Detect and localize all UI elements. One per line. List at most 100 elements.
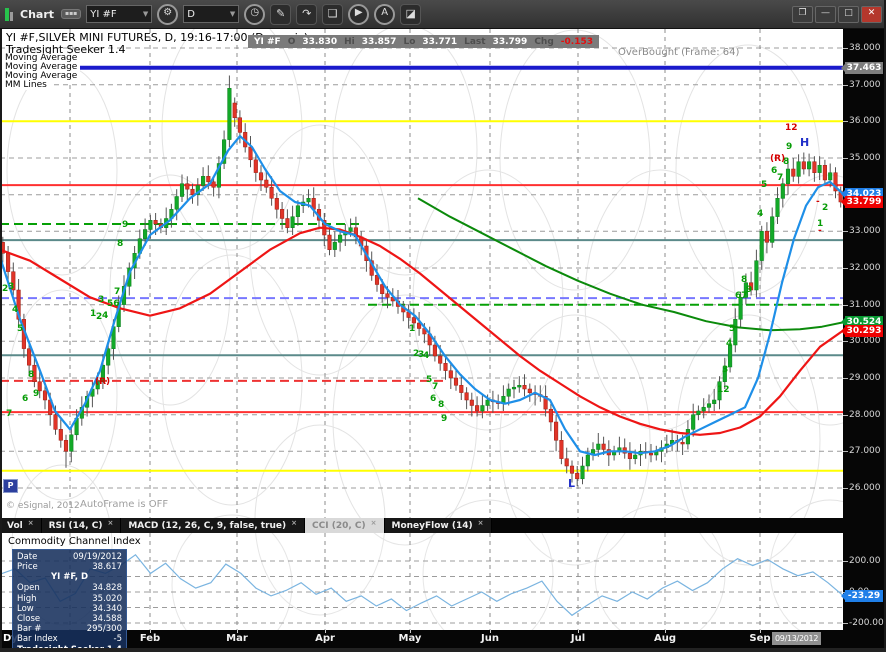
- price-badge: 33.799: [841, 196, 883, 209]
- play-icon[interactable]: ▶: [348, 3, 370, 25]
- candle: [443, 363, 448, 371]
- candle: [201, 176, 206, 186]
- data-box: Date 09/19/2012 Price 38.617 YI #F, D Open 34.…: [12, 549, 127, 652]
- wave-mark: 8: [438, 400, 444, 410]
- cycle-ellipse: [332, 294, 478, 518]
- tab-label: Vol: [7, 520, 23, 531]
- candle: [232, 102, 237, 118]
- title-bar: Chart ▪▪▪ YI #F ▼ ⚙ D ▼ ◷ ✎ ↷ ❑ ▶ A ◪ ❐ …: [0, 0, 886, 29]
- time-axis[interactable]: Dy Feb Mar Apr May Jun Jul Aug Sep 09/13/2012: [0, 630, 884, 648]
- annotation-icon[interactable]: ❑: [322, 3, 344, 25]
- window-title: Chart: [20, 7, 55, 21]
- data-box-row: Date 09/19/2012: [17, 552, 122, 562]
- candle: [295, 205, 300, 217]
- wave-mark: 3: [722, 365, 728, 375]
- tab-vol[interactable]: Vol ×: [0, 518, 42, 533]
- wave-mark: 7: [432, 382, 438, 392]
- interval-select[interactable]: D ▼: [183, 5, 240, 23]
- reload-icon[interactable]: ↷: [296, 3, 318, 25]
- auto-icon[interactable]: A: [374, 3, 396, 25]
- candle: [148, 220, 153, 230]
- symbol-settings-icon[interactable]: ⚙: [157, 3, 179, 25]
- candle: [469, 399, 474, 406]
- restore-window-button[interactable]: ❐: [792, 5, 813, 23]
- open-label: O: [287, 36, 296, 47]
- last-label: Last: [464, 36, 486, 47]
- candle: [775, 198, 780, 217]
- symbol-select[interactable]: YI #F ▼: [86, 5, 153, 23]
- wave-mark: 5: [761, 180, 767, 190]
- tab-cci[interactable]: CCI (20, C) ×: [305, 518, 385, 533]
- tab-macd[interactable]: MACD (12, 26, C, 9, false, true) ×: [121, 518, 306, 533]
- price-tick-label: 26.000: [843, 483, 881, 493]
- time-interval-icon[interactable]: ◷: [244, 3, 266, 25]
- close-tab-icon[interactable]: ×: [107, 519, 113, 527]
- close-button[interactable]: ✕: [861, 5, 882, 23]
- data-box-row: Price 38.617: [17, 562, 122, 573]
- quote-symbol: YI #F: [254, 36, 281, 47]
- wave-mark: (R): [770, 154, 785, 164]
- month-label: Mar: [226, 633, 248, 644]
- candle: [459, 385, 464, 393]
- copyright-label: © eSignal, 2012: [6, 501, 80, 511]
- wave-mark: 3: [8, 282, 14, 292]
- price-tick-label: 37.000: [843, 79, 881, 90]
- draw-pencil-icon[interactable]: ✎: [270, 3, 292, 25]
- candle: [822, 165, 827, 181]
- chart-window: Chart ▪▪▪ YI #F ▼ ⚙ D ▼ ◷ ✎ ↷ ❑ ▶ A ◪ ❐ …: [0, 0, 886, 652]
- candle: [485, 399, 490, 406]
- chart-status-icon: [5, 7, 13, 21]
- price-tick-label: 28.000: [843, 409, 881, 420]
- close-tab-icon[interactable]: ×: [371, 519, 377, 527]
- link-badge-icon[interactable]: ▪▪▪: [61, 9, 82, 19]
- candle: [185, 183, 190, 190]
- candle: [285, 218, 290, 228]
- wave-mark: 2: [822, 203, 828, 213]
- minimize-button[interactable]: —: [815, 5, 836, 23]
- close-tab-icon[interactable]: ×: [478, 519, 484, 527]
- chevron-down-icon: ▼: [142, 10, 149, 18]
- maximize-button[interactable]: □: [838, 5, 859, 23]
- wave-mark: 6: [430, 394, 436, 404]
- wave-mark: -: [816, 197, 820, 207]
- candle: [174, 196, 179, 210]
- data-box-row: Close 34.588: [17, 614, 122, 625]
- candle: [385, 293, 390, 298]
- data-box-row: High 35.020: [17, 593, 122, 604]
- candle: [227, 88, 232, 140]
- price-tick-label: 31.000: [843, 299, 881, 310]
- close-tab-icon[interactable]: ×: [28, 519, 34, 527]
- eraser-icon[interactable]: ◪: [400, 3, 422, 25]
- candle: [332, 242, 337, 250]
- candle: [785, 168, 791, 184]
- candle: [527, 388, 532, 393]
- month-label: Jun: [481, 633, 499, 644]
- tab-moneyflow[interactable]: MoneyFlow (14) ×: [384, 518, 492, 533]
- quote-strip: YI #F O 33.830 Hi 33.857 Lo 33.771 Last …: [248, 35, 599, 48]
- tab-label: RSI (14, C): [48, 520, 103, 531]
- tab-label: CCI (20, C): [312, 520, 366, 531]
- open-value: 33.830: [302, 36, 338, 47]
- high-value: 33.857: [361, 36, 397, 47]
- candle: [817, 165, 822, 173]
- candle: [464, 392, 469, 401]
- candle: [764, 231, 769, 243]
- candle: [548, 408, 553, 423]
- candle: [327, 234, 332, 250]
- candle: [596, 443, 601, 450]
- data-box-row: Bar #295/300: [17, 624, 122, 635]
- wave-mark: 5: [17, 324, 23, 334]
- price-axis[interactable]: 38.00037.00036.00035.00034.00033.00032.0…: [841, 29, 884, 630]
- wave-mark: 8: [117, 239, 123, 249]
- candle: [580, 465, 585, 480]
- candle: [791, 168, 796, 177]
- candle: [258, 172, 264, 181]
- tab-rsi[interactable]: RSI (14, C) ×: [41, 518, 122, 533]
- candle: [153, 220, 158, 225]
- wave-mark: 7: [6, 409, 12, 419]
- price-chart-canvas[interactable]: 2 34567891 2345678912345678912345678945678…: [0, 29, 843, 518]
- candle: [211, 181, 216, 188]
- candle: [559, 440, 564, 459]
- candle: [601, 443, 606, 450]
- close-tab-icon[interactable]: ×: [291, 519, 297, 527]
